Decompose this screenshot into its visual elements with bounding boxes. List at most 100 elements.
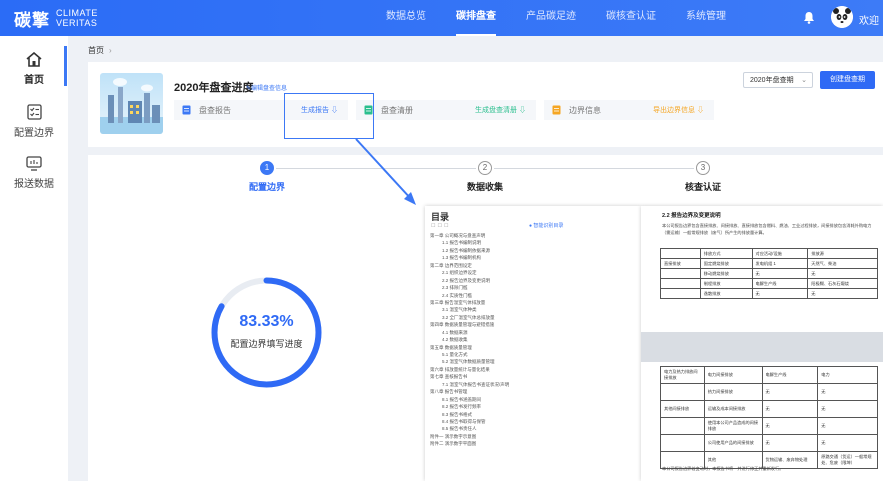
tile-boundary-info: 边界信息 导出边界信息 ⇩ — [544, 100, 714, 120]
toc-item[interactable]: 3.2 全厂温室气体总排放量 — [430, 314, 635, 321]
toc-item[interactable]: 第二章 边界范围设定 — [430, 262, 635, 269]
table-cell — [660, 268, 701, 279]
toc-item[interactable]: 1.3 报告书编制机构 — [430, 254, 635, 261]
breadcrumb: 首页 › — [80, 40, 883, 60]
nav-data-overview[interactable]: 数据总览 — [386, 0, 426, 36]
table-row: 其他间接排放 运输及成本间接排放无无 — [660, 400, 878, 418]
top-navigation-bar: 碳擎 CLIMATE VERITAS 数据总览 碳排盘查 产品碳足迹 碳核查认证… — [0, 0, 883, 36]
toc-item[interactable]: 2.2 报告边界及变更说明 — [430, 277, 635, 284]
table-row: 制程排放 电解生产线 阳极糊、石灰石煅烧 — [660, 278, 878, 289]
step-number: 2 — [478, 161, 492, 175]
boundary-table-2: 电力及热力排放间接排放 电力间接排放 电解生产线 电力 热力间接排放无无其他间接排放 运输… — [660, 366, 878, 469]
progress-value: 83.33% — [239, 313, 294, 330]
toc-item[interactable]: 7.1 温室气体报告书查证状况/声明 — [430, 381, 635, 388]
home-icon — [26, 52, 42, 67]
toc-item[interactable]: 2.3 排除门槛 — [430, 284, 635, 291]
smart-toc-button[interactable]: ● 智能识别目录 — [529, 222, 563, 229]
toc-item[interactable]: 第五章 数据质量管理 — [430, 344, 635, 351]
step-number: 3 — [696, 161, 710, 175]
table-cell — [660, 248, 701, 259]
table-cell: 排放源 — [807, 248, 878, 259]
table-cell: 原路交通（货运）一般常规处、危废（限坤） — [817, 451, 878, 469]
sidebar-item-boundary[interactable]: 配置边界 — [0, 104, 68, 139]
toc-toolbar[interactable]: ☐☐☐ — [431, 223, 450, 229]
generate-list-link[interactable]: 生成盘查清册 ⇩ — [475, 105, 526, 115]
toc-item[interactable]: 8.4 报告书取得与保管 — [430, 418, 635, 425]
nav-carbon-inventory[interactable]: 碳排盘查 — [456, 0, 496, 36]
toc-item[interactable]: 5.2 温室气体数据质量管理 — [430, 358, 635, 365]
table-cell — [660, 278, 701, 289]
create-period-button[interactable]: 创建盘查期 — [820, 71, 875, 89]
toc-item[interactable]: 第三章 报告温室气体排放量 — [430, 299, 635, 306]
table-cell: 电力间接排放 — [703, 366, 763, 384]
toc-item[interactable]: 2.1 组织边界设定 — [430, 269, 635, 276]
table-cell: 热力间接排放 — [703, 383, 763, 401]
edit-inventory-link[interactable]: ✎编辑盘查信息 — [246, 83, 287, 92]
table-cell — [660, 434, 705, 452]
step-1[interactable]: 1 配置边界 — [236, 161, 298, 193]
chevron-down-icon: ⌄ — [801, 77, 807, 84]
toc-item[interactable]: 第七章 查核报告书 — [430, 373, 635, 380]
toc-item[interactable]: 4.1 数据来源 — [430, 329, 635, 336]
table-cell: 无 — [761, 434, 819, 452]
table-row: 直接排放 固定燃烧排放 发电机组 1 天然气、柴油 — [660, 258, 878, 269]
toc-item[interactable]: 第一章 公司概况与盘查声明 — [430, 232, 635, 239]
toc-item[interactable]: 4.2 数据收集 — [430, 336, 635, 343]
table-row: 热力间接排放无无 — [660, 383, 878, 401]
welcome-text: 欢迎 — [859, 16, 879, 27]
progress-label: 配置边界填写进度 — [230, 339, 303, 349]
toc-item[interactable]: 8.1 报告书涵盖期间 — [430, 396, 635, 403]
bell-icon[interactable] — [803, 11, 815, 24]
smart-toc-label: 智能识别目录 — [533, 223, 564, 229]
table-cell: 无 — [807, 288, 878, 299]
table-row: 排放方式 对应活动/设施 排放源 — [660, 248, 878, 259]
step-2[interactable]: 2 数据收集 — [454, 161, 516, 193]
nav-verification[interactable]: 碳核查认证 — [606, 0, 656, 36]
export-boundary-link[interactable]: 导出边界信息 ⇩ — [653, 105, 704, 115]
highlight-frame — [284, 93, 374, 139]
table-cell: 电解生产线 — [761, 366, 819, 384]
toc-item[interactable]: 3.1 温室气体种类 — [430, 306, 635, 313]
breadcrumb-home[interactable]: 首页 — [88, 45, 104, 56]
toc-item[interactable]: 1.1 报告书编制说明 — [430, 239, 635, 246]
toc-item[interactable]: 8.5 报告书责任人 — [430, 425, 635, 432]
toc-item[interactable]: 1.2 报告书编制依据来源 — [430, 247, 635, 254]
sidebar-item-report-data[interactable]: 报送数据 — [0, 156, 68, 190]
toc-item[interactable]: 第四章 数据质量管理与避错措施 — [430, 321, 635, 328]
avatar[interactable] — [831, 6, 853, 28]
sidebar-item-home[interactable]: 首页 — [0, 52, 68, 86]
table-row: 电力及热力排放间接排放 电力间接排放 电解生产线 电力 — [660, 366, 878, 384]
table-cell: 运输及成本间接排放 — [703, 400, 763, 418]
toc-item[interactable]: 第八章 报告书管理 — [430, 388, 635, 395]
table-cell: 电力及热力排放间接排放 — [660, 366, 705, 384]
toc-item[interactable]: 5.1 量化方式 — [430, 351, 635, 358]
brand-logo[interactable]: 碳擎 CLIMATE VERITAS — [14, 6, 98, 31]
period-select[interactable]: 2020年盘查期 ⌄ — [743, 72, 813, 88]
toc-item[interactable]: 8.2 报告书发行频率 — [430, 403, 635, 410]
table-cell: 无 — [817, 417, 878, 435]
main-nav: 数据总览 碳排盘查 产品碳足迹 碳核查认证 系统管理 — [386, 0, 756, 36]
table-cell — [660, 417, 705, 435]
toc-item[interactable]: 附件二 演示数字平面图 — [430, 440, 635, 447]
toc-item[interactable]: 8.3 报告书格式 — [430, 411, 635, 418]
nav-product-footprint[interactable]: 产品碳足迹 — [526, 0, 576, 36]
toc-item[interactable]: 2.4 实质性门槛 — [430, 292, 635, 299]
step-label: 配置边界 — [248, 182, 285, 192]
table-cell: 对应活动/设施 — [751, 248, 809, 259]
table-cell: 公司使用产品的间接排放 — [703, 434, 763, 452]
section-title: 2.2 报告边界及变更说明 — [662, 213, 721, 219]
step-3[interactable]: 3 核查认证 — [672, 161, 734, 193]
toc-item[interactable]: 第六章 排放量统计与量化结果 — [430, 366, 635, 373]
boundary-doc-icon — [552, 105, 561, 115]
table-cell: 无 — [751, 288, 809, 299]
nav-system-admin[interactable]: 系统管理 — [686, 0, 726, 36]
factory-illustration — [100, 73, 163, 134]
toc-item[interactable]: 附件一 演示数字示意图 — [430, 433, 635, 440]
report-doc-icon — [182, 105, 191, 115]
tile-inventory-list: 盘查清册 生成盘查清册 ⇩ — [356, 100, 536, 120]
tile-label: 盘查清册 — [381, 105, 413, 115]
table-row: 逸散排放无无 — [660, 288, 878, 299]
step-label: 核查认证 — [684, 182, 721, 192]
table-cell: 无 — [817, 400, 878, 418]
step-connector — [494, 168, 694, 169]
